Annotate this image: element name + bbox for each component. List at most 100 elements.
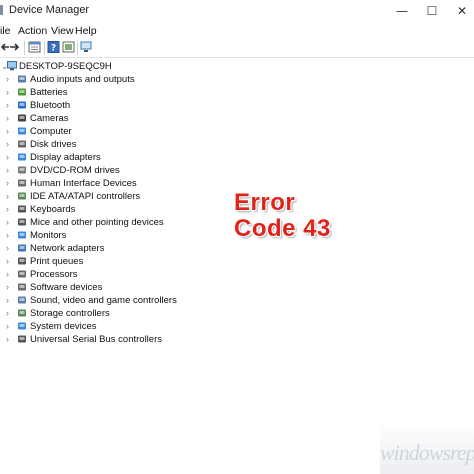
tree-item[interactable]: › Computer [0,125,200,138]
tree-item[interactable]: › Software devices [0,281,200,294]
tree-item-label: Display adapters [30,152,101,163]
chevron-right-icon[interactable]: › [6,282,9,293]
tree-item-label: Print queues [30,256,84,267]
usb-icon [18,335,26,343]
root-label: DESKTOP-9SEQC9H [19,61,112,72]
tree-item-label: Batteries [30,87,68,98]
tree-root[interactable]: ⌄ DESKTOP-9SEQC9H [0,60,200,73]
keyboard-icon [18,205,26,213]
chevron-right-icon[interactable]: › [6,269,9,280]
processor-icon [18,270,26,278]
display-adapter-icon [18,153,26,161]
scan-icon[interactable] [80,41,93,53]
tree-item-label: Software devices [30,282,103,293]
chevron-right-icon[interactable]: › [6,308,9,319]
device-manager-app-icon [0,5,3,15]
chevron-right-icon[interactable]: › [6,295,9,306]
menu-action[interactable]: Action [18,25,47,37]
window-title: Device Manager [9,4,90,16]
chevron-right-icon[interactable]: › [6,126,9,137]
chevron-right-icon[interactable]: › [6,139,9,150]
overlay-line-2: Code 43 [234,215,331,242]
chevron-right-icon[interactable]: › [6,204,9,215]
menu-file[interactable]: ile [0,25,11,37]
monitor-icon [18,127,26,135]
mouse-icon [18,218,26,226]
camera-icon [18,114,26,122]
chevron-right-icon[interactable]: › [6,152,9,163]
chevron-right-icon[interactable]: › [6,165,9,176]
tree-item-label: Computer [30,126,72,137]
help-icon[interactable]: ? [47,41,60,53]
tree-item-label: Bluetooth [30,100,71,111]
dvd-icon [18,166,26,174]
chevron-right-icon[interactable]: › [6,243,9,254]
chevron-right-icon[interactable]: › [6,217,9,228]
forward-icon[interactable] [8,41,21,53]
chevron-right-icon[interactable]: › [6,74,9,85]
tree-item-label: Universal Serial Bus controllers [30,334,162,345]
tree-item[interactable]: › Batteries [0,86,200,99]
tree-item-label: DVD/CD-ROM drives [30,165,120,176]
toolbar: ? [0,39,474,58]
tree-item-label: System devices [30,321,97,332]
chevron-right-icon[interactable]: › [6,113,9,124]
menu-help[interactable]: Help [75,25,97,37]
disk-icon [18,140,26,148]
properties-icon[interactable] [28,41,41,53]
menu-view[interactable]: View [51,25,74,37]
tree-item-label: Processors [30,269,78,280]
tree-item[interactable]: › Human Interface Devices [0,177,200,190]
maximize-button[interactable]: ☐ [418,2,446,20]
watermark-logo: windowsreport [380,440,474,465]
tree-item[interactable]: › Display adapters [0,151,200,164]
tree-item[interactable]: › IDE ATA/ATAPI controllers [0,190,200,203]
chevron-right-icon[interactable]: › [6,87,9,98]
tree-item-label: Sound, video and game controllers [30,295,177,306]
monitor-icon [18,231,26,239]
software-device-icon [18,283,26,291]
chevron-right-icon[interactable]: › [6,191,9,202]
tree-item[interactable]: › Mice and other pointing devices [0,216,200,229]
tree-item[interactable]: › System devices [0,320,200,333]
error-overlay-text: Error Code 43 [234,190,344,242]
tree-item[interactable]: › Network adapters [0,242,200,255]
chevron-right-icon[interactable]: › [6,178,9,189]
chevron-right-icon[interactable]: › [6,321,9,332]
toolbar-separator [77,41,78,55]
tree-item[interactable]: › Processors [0,268,200,281]
tree-item-label: Disk drives [30,139,77,150]
tree-item-label: Audio inputs and outputs [30,74,135,85]
tree-item-label: Monitors [30,230,67,241]
tree-item-label: Storage controllers [30,308,110,319]
tree-item[interactable]: › DVD/CD-ROM drives [0,164,200,177]
tree-item[interactable]: › Cameras [0,112,200,125]
tree-item[interactable]: › Keyboards [0,203,200,216]
tree-item[interactable]: › Universal Serial Bus controllers [0,333,200,346]
toolbar-separator [44,41,45,55]
tree-item-label: Cameras [30,113,69,124]
bluetooth-icon [18,101,26,109]
chevron-right-icon[interactable]: › [6,230,9,241]
show-hidden-icon[interactable] [62,41,75,53]
sound-icon [18,296,26,304]
close-button[interactable]: ✕ [448,2,474,20]
tree-item[interactable]: › Sound, video and game controllers [0,294,200,307]
svg-text:?: ? [51,44,56,54]
tree-item-label: Mice and other pointing devices [30,217,164,228]
tree-item[interactable]: › Bluetooth [0,99,200,112]
minimize-button[interactable]: — [388,2,416,20]
chevron-right-icon[interactable]: › [6,256,9,267]
tree-item[interactable]: › Monitors [0,229,200,242]
chevron-right-icon[interactable]: › [6,334,9,345]
tree-item[interactable]: › Storage controllers [0,307,200,320]
speaker-icon [18,75,26,83]
overlay-line-1: Error [234,189,296,216]
tree-item-label: Network adapters [30,243,105,254]
tree-item[interactable]: › Print queues [0,255,200,268]
tree-item[interactable]: › Audio inputs and outputs [0,73,200,86]
tree-item[interactable]: › Disk drives [0,138,200,151]
chevron-right-icon[interactable]: › [6,100,9,111]
hid-icon [18,179,26,187]
printer-icon [18,257,26,265]
